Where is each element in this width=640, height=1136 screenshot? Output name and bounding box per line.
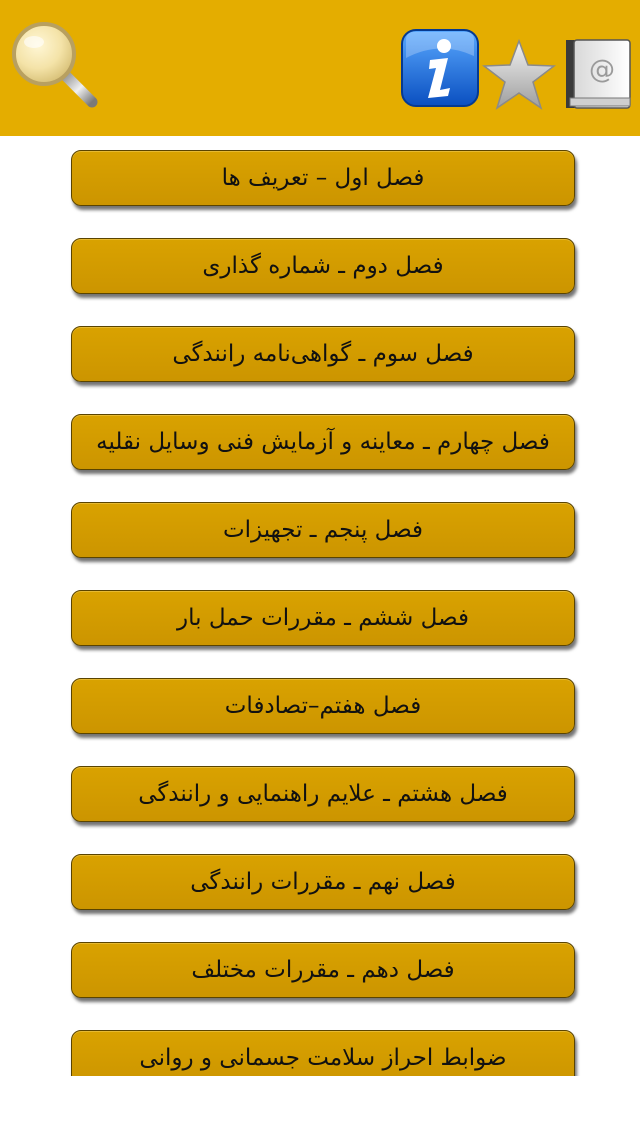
chapter-7-label: فصل هفتم–تصادفات — [224, 693, 422, 719]
chapter-8-button[interactable]: فصل هشتم ـ علایم راهنمایی و رانندگی — [71, 766, 575, 822]
chapter-1-label: فصل اول – تعریف ها — [221, 165, 425, 191]
chapter-4-button[interactable]: فصل چهارم ـ معاینه و آزمایش فنی وسایل نق… — [71, 414, 575, 470]
bottom-blank-area — [0, 1076, 640, 1136]
chapter-1-button[interactable]: فصل اول – تعریف ها — [71, 150, 575, 206]
chapter-8-label: فصل هشتم ـ علایم راهنمایی و رانندگی — [138, 781, 508, 807]
chapter-6-label: فصل ششم ـ مقررات حمل بار — [177, 605, 469, 631]
chapter-5-label: فصل پنجم ـ تجهیزات — [222, 517, 424, 543]
chapter-9-label: فصل نهم ـ مقررات رانندگی — [190, 869, 456, 895]
chapter-3-label: فصل سوم ـ گواهی‌نامه رانندگی — [172, 341, 474, 367]
svg-text:@: @ — [589, 55, 615, 85]
chapter-5-button[interactable]: فصل پنجم ـ تجهیزات — [71, 502, 575, 558]
address-book-icon[interactable]: @ — [562, 36, 634, 112]
chapter-9-button[interactable]: فصل نهم ـ مقررات رانندگی — [71, 854, 575, 910]
chapter-2-button[interactable]: فصل دوم ـ شماره گذاری — [71, 238, 575, 294]
chapter-2-label: فصل دوم ـ شماره گذاری — [202, 253, 444, 279]
health-requirements-label: ضوابط احراز سلامت جسمانی و روانی — [139, 1045, 507, 1071]
chapter-10-button[interactable]: فصل دهم ـ مقررات مختلف — [71, 942, 575, 998]
chapter-7-button[interactable]: فصل هفتم–تصادفات — [71, 678, 575, 734]
chapter-4-label: فصل چهارم ـ معاینه و آزمایش فنی وسایل نق… — [96, 429, 550, 455]
info-icon[interactable] — [400, 28, 480, 108]
top-toolbar: @ — [0, 0, 640, 136]
chapter-list: فصل اول – تعریف ها فصل دوم ـ شماره گذاری… — [0, 136, 640, 1076]
chapter-3-button[interactable]: فصل سوم ـ گواهی‌نامه رانندگی — [71, 326, 575, 382]
chapter-10-label: فصل دهم ـ مقررات مختلف — [191, 957, 455, 983]
health-requirements-button[interactable]: ضوابط احراز سلامت جسمانی و روانی — [71, 1030, 575, 1076]
star-icon[interactable] — [482, 38, 556, 112]
search-icon[interactable] — [8, 18, 100, 110]
chapter-6-button[interactable]: فصل ششم ـ مقررات حمل بار — [71, 590, 575, 646]
